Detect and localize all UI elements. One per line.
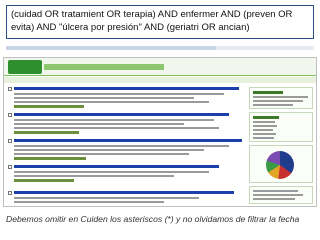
record-text (14, 145, 229, 147)
select-checkbox[interactable] (8, 113, 12, 117)
year-filter-link[interactable] (253, 125, 277, 127)
record-link[interactable] (14, 179, 74, 182)
record-text (14, 175, 174, 177)
header-banner (44, 64, 164, 70)
record-text (14, 119, 214, 121)
pie-chart (258, 149, 306, 189)
list-item (8, 139, 246, 163)
record-text (14, 149, 204, 151)
select-checkbox[interactable] (8, 87, 12, 91)
legend-box (249, 186, 313, 204)
record-text (14, 93, 224, 95)
record-text (14, 197, 199, 199)
year-filter-link[interactable] (253, 129, 273, 131)
results-list (8, 87, 246, 206)
title-rule (6, 46, 216, 50)
title-rule-accent (216, 46, 314, 50)
list-item (8, 87, 246, 111)
record-text (14, 101, 209, 103)
record-title-link[interactable] (14, 113, 229, 116)
record-title-link[interactable] (14, 191, 234, 194)
record-link[interactable] (14, 105, 84, 108)
record-text (14, 97, 194, 99)
summary-text (253, 100, 303, 102)
list-item (8, 113, 246, 137)
year-filter-link[interactable] (253, 133, 276, 135)
year-filter-link[interactable] (253, 121, 275, 123)
select-checkbox[interactable] (8, 139, 12, 143)
site-header (4, 58, 316, 76)
list-item (8, 165, 246, 189)
summary-heading (253, 91, 283, 94)
record-title-link[interactable] (14, 87, 239, 90)
year-filter-box (249, 112, 313, 142)
select-checkbox[interactable] (8, 165, 12, 169)
record-text (14, 127, 219, 129)
select-checkbox[interactable] (8, 191, 12, 195)
legend-text (253, 198, 295, 200)
summary-text (253, 96, 308, 98)
record-link[interactable] (14, 157, 86, 160)
year-filter-link[interactable] (253, 137, 274, 139)
record-text (14, 153, 189, 155)
list-item (8, 191, 246, 206)
pie-chart-graphic (266, 151, 294, 179)
record-text (14, 171, 209, 173)
record-text (14, 201, 164, 203)
site-logo (8, 60, 42, 74)
menu-bar (4, 77, 316, 83)
slide-caption: Debemos omitir en Cuiden los asteriscos … (6, 214, 300, 224)
sidebar (249, 87, 313, 205)
record-link[interactable] (14, 131, 79, 134)
record-title-link[interactable] (14, 139, 242, 142)
legend-text (253, 194, 303, 196)
search-results-screenshot (3, 57, 317, 207)
summary-text (253, 104, 293, 106)
filter-heading (253, 116, 279, 119)
record-text (14, 123, 184, 125)
legend-text (253, 190, 298, 192)
search-summary-box (249, 87, 313, 109)
slide-title: (cuidad OR tratamient OR terapia) AND en… (6, 5, 314, 39)
record-title-link[interactable] (14, 165, 219, 168)
chart-box (249, 145, 313, 183)
